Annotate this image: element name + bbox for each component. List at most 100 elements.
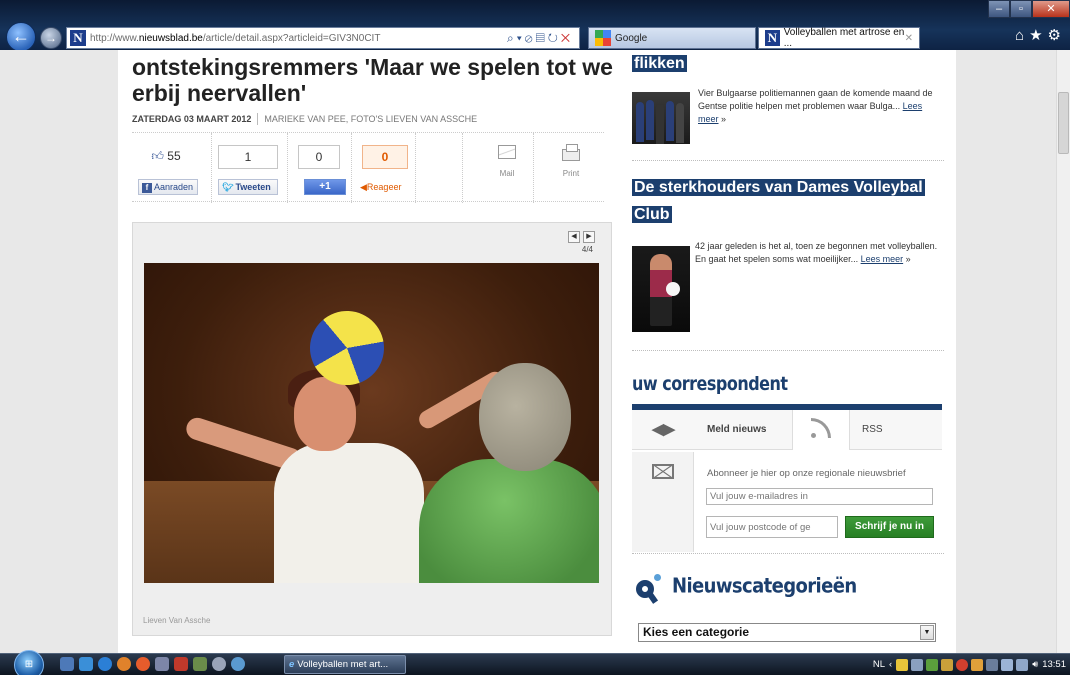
tweet-count: 1 [218, 145, 278, 169]
page-viewport: ontstekingsremmers 'Maar we spelen tot w… [0, 50, 1070, 653]
thumb-figure [636, 102, 644, 142]
mail-label: Mail [499, 169, 515, 178]
ie-icon: e [289, 659, 295, 670]
maximize-icon[interactable]: ▫ [1010, 0, 1032, 18]
tray-app-icon[interactable] [941, 658, 954, 671]
compat-icon[interactable]: ⊘ [525, 31, 536, 45]
story1-text: Vier Bulgaarse politiemannen gaan de kom… [698, 88, 933, 124]
facebook-icon: f [142, 183, 152, 193]
mail-icon[interactable] [498, 145, 516, 159]
newsletter-text: Abonneer je hier op onze regionale nieuw… [707, 468, 906, 479]
meld-nieuws-link[interactable]: Meld nieuws [707, 410, 766, 450]
favorites-star-icon[interactable]: ★ [1029, 27, 1047, 44]
location-dot-icon [654, 574, 661, 581]
postcode-field[interactable] [706, 516, 838, 538]
categories-title: Nieuwscategorieën [672, 574, 857, 599]
photo-gallery: ◀ ▶ 4/4 Lieven Van Assche [132, 222, 612, 636]
forward-button[interactable]: → [40, 27, 62, 49]
thumb-figure [646, 100, 654, 140]
subscribe-button[interactable]: Schrijf je nu in [845, 516, 934, 538]
minimize-icon[interactable]: – [988, 0, 1010, 18]
story2-read-more-link[interactable]: Lees meer [861, 254, 904, 264]
app-icon[interactable] [212, 657, 226, 671]
system-tray: NL ‹ 🔊︎ 13:51 [873, 654, 1066, 675]
scrollbar[interactable] [1056, 50, 1070, 653]
home-icon[interactable]: ⌂ [1015, 27, 1029, 44]
megaphone-icon[interactable]: ◀▶ [652, 410, 675, 450]
tab-google[interactable]: Google [588, 27, 756, 49]
thumb-figure [656, 104, 664, 144]
browser-chrome: – ▫ ✕ ← → N http://www.nieuwsblad.be/art… [0, 0, 1070, 52]
firefox-icon[interactable] [117, 657, 131, 671]
monitor-icon[interactable] [1016, 658, 1029, 671]
scroll-thumb[interactable] [1058, 92, 1069, 154]
story1-title[interactable]: flikken [632, 50, 687, 77]
react-count: 0 [362, 145, 408, 169]
address-tools: ⌕▾⊘▤↻✕ [507, 31, 573, 46]
clock[interactable]: 13:51 [1042, 659, 1066, 670]
category-select-value: Kies een categorie [643, 625, 750, 639]
tray-app-icon[interactable] [971, 658, 984, 671]
address-url[interactable]: http://www.nieuwsblad.be/article/detail.… [90, 33, 380, 44]
close-tab-icon[interactable]: ✕ [905, 33, 913, 44]
like-button[interactable]: f Aanraden [138, 179, 198, 195]
chevron-down-icon[interactable]: ▼ [920, 625, 934, 640]
category-select[interactable]: Kies een categorie ▼ [638, 623, 936, 642]
back-button[interactable]: ← [6, 22, 36, 52]
tab-nieuwsblad[interactable]: N Volleyballen met artrose en ... ✕ [758, 27, 920, 49]
tweet-button[interactable]: 🐦︎ Tweeten [218, 179, 278, 195]
language-indicator[interactable]: NL [873, 659, 885, 670]
tab-label: Volleyballen met artrose en ... [783, 27, 905, 49]
print-icon[interactable] [562, 144, 580, 161]
explorer-icon[interactable] [79, 657, 93, 671]
divider [632, 350, 944, 351]
search-icon[interactable]: ⌕▾ [507, 31, 525, 45]
thumb-ball [666, 282, 680, 296]
thumb-figure [666, 101, 674, 141]
rss-link[interactable]: RSS [862, 410, 883, 450]
article-photo[interactable] [144, 263, 599, 583]
volume-icon[interactable]: 🔊︎ [1032, 659, 1038, 670]
page-icon[interactable]: ▤ [536, 31, 548, 45]
tray-app-icon[interactable] [956, 658, 969, 671]
start-button[interactable]: ⊞ [14, 650, 44, 675]
network-icon[interactable] [1001, 658, 1014, 671]
close-window-icon[interactable]: ✕ [1032, 0, 1070, 18]
app-icon[interactable] [174, 657, 188, 671]
tray-icons [896, 658, 1029, 671]
story1-thumbnail[interactable] [632, 92, 690, 144]
next-photo-icon[interactable]: ▶ [583, 231, 595, 243]
story2-title[interactable]: De sterkhouders van Dames Volleybal Club [632, 174, 932, 228]
tray-app-icon[interactable] [896, 658, 909, 671]
email-field[interactable] [706, 488, 933, 505]
media-icon[interactable] [136, 657, 150, 671]
react-button[interactable]: ◀︎Reageer [360, 179, 410, 195]
app-icon[interactable] [231, 657, 245, 671]
site-favicon-icon: N [70, 30, 86, 46]
page-content: ontstekingsremmers 'Maar we spelen tot w… [118, 50, 956, 653]
tray-app-icon[interactable] [986, 658, 999, 671]
ie-icon[interactable] [98, 657, 112, 671]
desktop-icon[interactable] [60, 657, 74, 671]
share-mail[interactable] [462, 133, 534, 203]
share-tweet: 1 🐦︎ Tweeten [212, 133, 288, 203]
article-author: MARIEKE VAN PEE, FOTO'S LIEVEN VAN ASSCH… [264, 114, 478, 124]
rss-button[interactable] [792, 410, 850, 450]
refresh-icon[interactable]: ↻ [548, 31, 561, 45]
quick-launch [60, 657, 245, 671]
story2-thumbnail[interactable] [632, 246, 690, 332]
toolbar-icons: ⌂★⚙ [1015, 26, 1066, 44]
address-bar[interactable]: N http://www.nieuwsblad.be/article/detai… [66, 27, 580, 49]
tray-expand-icon[interactable]: ‹ [889, 659, 892, 670]
app-icon[interactable] [155, 657, 169, 671]
tray-app-icon[interactable] [926, 658, 939, 671]
taskbar-ie-window[interactable]: e Volleyballen met art... [284, 655, 406, 674]
newsletter-icon-box [632, 452, 694, 552]
stop-icon[interactable]: ✕ [561, 31, 573, 45]
gear-icon[interactable]: ⚙ [1048, 27, 1066, 44]
tray-app-icon[interactable] [911, 658, 924, 671]
prev-photo-icon[interactable]: ◀ [568, 231, 580, 243]
photo-front-player [419, 459, 599, 583]
plusone-button[interactable]: +1 [304, 179, 346, 195]
app-icon[interactable] [193, 657, 207, 671]
